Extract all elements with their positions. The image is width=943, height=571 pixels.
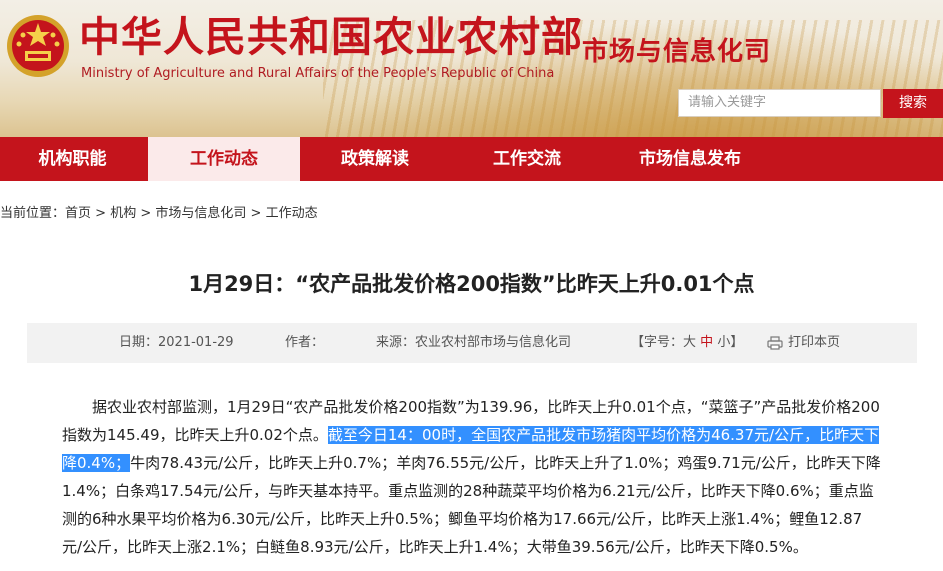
article-text-after: 牛肉78.43元/公斤，比昨天上升0.7%；羊肉76.55元/公斤，比昨天上升了… <box>62 454 881 556</box>
printer-icon <box>767 335 783 350</box>
main-nav: 机构职能 工作动态 政策解读 工作交流 市场信息发布 <box>0 137 943 181</box>
breadcrumb-institution[interactable]: 机构 <box>110 206 136 221</box>
article-author: 作者： <box>285 335 325 350</box>
font-size-bracket: 】 <box>730 335 744 350</box>
breadcrumb-prefix: 当前位置： <box>0 206 66 221</box>
font-size-label: 【字号： <box>631 335 684 350</box>
nav-item-policy[interactable]: 政策解读 <box>300 137 450 181</box>
font-size-large[interactable]: 大 <box>683 335 696 350</box>
department-title: 市场与信息化司 <box>582 37 772 67</box>
article-title: 1月29日：“农产品批发价格200指数”比昨天上升0.01个点 <box>188 272 755 296</box>
breadcrumb-separator: > <box>246 206 266 221</box>
print-button[interactable]: 打印本页 <box>767 323 840 363</box>
article-body: 据农业农村部监测，1月29日“农产品批发价格200指数”为139.96，比昨天上… <box>62 393 882 561</box>
article-source: 来源：农业农村部市场与信息化司 <box>376 335 572 350</box>
article-meta-bar: 日期：2021-01-29 作者： 来源：农业农村部市场与信息化司 【字号：大 … <box>27 323 917 363</box>
search-input[interactable]: 请输入关键字 <box>678 89 881 117</box>
article-paragraph: 据农业农村部监测，1月29日“农产品批发价格200指数”为139.96，比昨天上… <box>62 393 882 561</box>
nav-item-exchange[interactable]: 工作交流 <box>452 137 602 181</box>
breadcrumb-separator: > <box>91 206 111 221</box>
header-banner: 中华人民共和国农业农村部 Ministry of Agriculture and… <box>0 0 943 137</box>
breadcrumb-department[interactable]: 市场与信息化司 <box>155 206 246 221</box>
font-size-small[interactable]: 小 <box>717 335 730 350</box>
nav-item-work-news[interactable]: 工作动态 <box>148 137 300 181</box>
breadcrumb-work-news[interactable]: 工作动态 <box>266 206 318 221</box>
print-label: 打印本页 <box>788 335 841 350</box>
article-date: 日期：2021-01-29 <box>119 335 234 350</box>
font-size-medium[interactable]: 中 <box>700 335 713 350</box>
site-title-cn: 中华人民共和国农业农村部 <box>79 13 583 61</box>
nav-item-institution[interactable]: 机构职能 <box>0 137 145 181</box>
national-emblem-icon <box>7 15 69 77</box>
breadcrumb-home[interactable]: 首页 <box>65 206 91 221</box>
site-title-en: Ministry of Agriculture and Rural Affair… <box>81 66 555 81</box>
font-size-control: 【字号：大 中 小】 <box>631 323 743 363</box>
breadcrumb: 当前位置：首页 > 机构 > 市场与信息化司 > 工作动态 <box>0 202 318 221</box>
nav-item-market-info[interactable]: 市场信息发布 <box>604 137 776 181</box>
search-button[interactable]: 搜索 <box>883 89 943 118</box>
breadcrumb-separator: > <box>136 206 156 221</box>
